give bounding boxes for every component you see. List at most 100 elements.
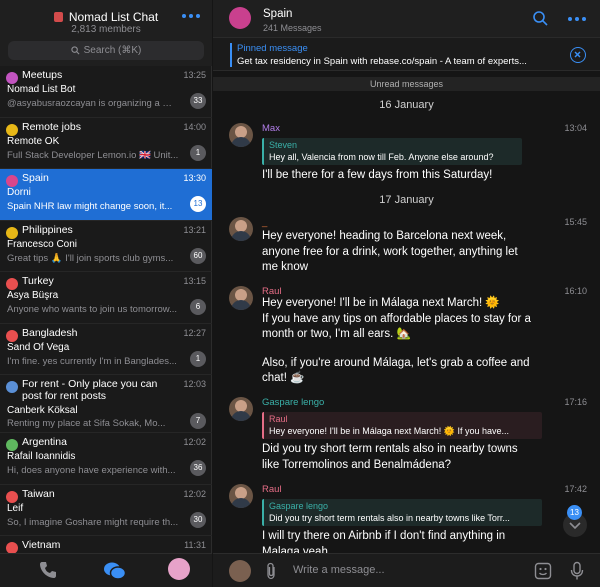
message-line: anyone free for a drink, work together, …	[262, 245, 518, 258]
chat-name: Philippines	[22, 223, 73, 236]
more-options-icon[interactable]	[182, 12, 200, 20]
chat-time: 14:00	[183, 121, 206, 132]
more-options-icon[interactable]	[568, 15, 586, 23]
chat-preview: Great tips 🙏 I'll join sports club gyms.…	[7, 252, 174, 264]
message-time: 15:45	[564, 217, 587, 227]
chat-sender: Francesco Coni	[7, 238, 78, 250]
chat-name: Turkey	[22, 275, 54, 287]
message-line: like Torremolinos and Benalmádena?	[262, 458, 452, 471]
message-line: I'll be there for a few days from this S…	[262, 169, 493, 181]
message-time: 13:04	[564, 123, 587, 133]
phone-icon[interactable]	[38, 560, 58, 580]
unread-badge: 36	[190, 460, 206, 476]
chat-sender: Sand Of Vega	[7, 341, 70, 353]
chat-preview: Full Stack Developer Lemon.io 🇬🇧 Unit...	[7, 149, 179, 161]
pinned-message[interactable]: Pinned message Get tax residency in Spai…	[213, 37, 600, 71]
message-sender[interactable]: Gaspare lengo	[262, 397, 324, 408]
chat-preview: I'm fine. yes currently I'm in Banglades…	[7, 355, 177, 367]
chat-time: 12:27	[183, 327, 206, 338]
chat-avatar-icon	[6, 381, 18, 393]
reply-quote[interactable]: Steven Hey all, Valencia from now till F…	[262, 138, 522, 165]
close-pinned-icon[interactable]	[570, 47, 586, 63]
unread-badge: 13	[190, 196, 206, 212]
avatar[interactable]	[229, 397, 253, 421]
message-text: Hey everyone! I'll be in Málaga next Mar…	[262, 296, 562, 387]
chat-name: Spain	[22, 172, 49, 184]
chat-panel: Spain 241 Messages Pinned message Get ta…	[213, 0, 600, 587]
search-input[interactable]: Search (⌘K)	[8, 41, 204, 60]
chat-sender: Remote OK	[7, 135, 60, 147]
chat-preview: @asyabusraozcayan is organizing a meetup…	[7, 98, 179, 109]
message-time: 16:10	[564, 286, 587, 296]
avatar[interactable]	[229, 123, 253, 147]
unread-badge: 60	[190, 247, 206, 264]
chat-time: 13:21	[183, 224, 206, 235]
avatar[interactable]	[229, 484, 253, 508]
message-line	[262, 343, 562, 356]
chat-item-philippines[interactable]: Philippines 13:21 Francesco Coni Great t…	[0, 221, 212, 272]
message-input[interactable]: Write a message...	[293, 564, 385, 576]
chat-name: Bangladesh	[22, 326, 78, 339]
chat-name: Remote jobs	[22, 120, 81, 133]
group-title-text: Nomad List Chat	[68, 10, 159, 24]
group-title[interactable]: Nomad List Chat	[0, 10, 212, 24]
reply-sender: Raul	[269, 414, 288, 424]
message-sender[interactable]: _	[262, 217, 267, 228]
chat-sender: Rafail Ioannidis	[7, 451, 76, 462]
chat-sender: Leif	[7, 502, 24, 514]
chat-item-for-rent[interactable]: For rent - Only place you can post for r…	[0, 375, 212, 433]
message-count: 241 Messages	[263, 23, 322, 33]
chat-name: Argentina	[22, 436, 67, 448]
message-line: me know	[262, 261, 309, 273]
group-icon	[53, 12, 63, 22]
chat-header: Spain 241 Messages	[213, 0, 600, 37]
microphone-icon[interactable]	[570, 561, 584, 581]
chat-sender: Asya Büşra	[7, 290, 59, 301]
pinned-accent-bar	[230, 43, 232, 67]
chat-avatar-icon	[6, 72, 18, 84]
paperclip-icon[interactable]	[264, 562, 278, 580]
scroll-unread-badge: 13	[567, 505, 582, 520]
pinned-label: Pinned message	[237, 43, 308, 54]
chat-avatar-icon	[6, 490, 18, 503]
chat-avatar[interactable]	[229, 7, 251, 29]
profile-avatar[interactable]	[168, 558, 190, 580]
my-avatar[interactable]	[229, 560, 251, 582]
chat-avatar-icon	[6, 175, 18, 187]
unread-badge: 6	[190, 299, 206, 315]
reply-quote[interactable]: Gaspare lengo Did you try short term ren…	[262, 499, 542, 526]
message-line: month or two, I'm all ears. 🏡	[262, 328, 411, 340]
chat-time: 13:30	[183, 173, 206, 183]
chat-item-spain[interactable]: Spain 13:30 Dorni Spain NHR law might ch…	[0, 169, 212, 221]
chat-item-vietnam[interactable]: Vietnam 11:31	[0, 536, 212, 553]
chat-item-turkey[interactable]: Turkey 13:15 Asya Büşra Anyone who wants…	[0, 272, 212, 324]
chat-avatar-icon	[6, 542, 18, 553]
message-text: I'll be there for a few days from this S…	[262, 168, 562, 184]
date-separator: 16 January	[379, 99, 434, 111]
chat-avatar-icon	[6, 123, 18, 136]
chat-item-remote-jobs[interactable]: Remote jobs 14:00 Remote OK Full Stack D…	[0, 118, 212, 169]
avatar[interactable]	[229, 217, 253, 241]
chat-item-argentina[interactable]: Argentina 12:02 Rafail Ioannidis Hi, doe…	[0, 433, 212, 485]
message-sender[interactable]: Raul	[262, 484, 282, 495]
chat-item-taiwan[interactable]: Taiwan 12:02 Leif So, I imagine Goshare …	[0, 485, 212, 536]
pinned-text: Get tax residency in Spain with rebase.c…	[237, 56, 527, 67]
bottom-tab-bar	[0, 553, 212, 587]
chat-item-bangladesh[interactable]: Bangladesh 12:27 Sand Of Vega I'm fine. …	[0, 324, 212, 375]
chat-sender: Canberk Köksal	[7, 405, 78, 416]
message-line: Also, if you're around Málaga, let's gra…	[262, 356, 530, 369]
avatar[interactable]	[229, 286, 253, 310]
chat-name: Taiwan	[22, 487, 55, 500]
search-icon[interactable]	[533, 11, 548, 26]
unread-divider: Unread messages	[213, 77, 600, 91]
unread-badge: 7	[190, 413, 206, 429]
sticker-icon[interactable]	[534, 562, 552, 580]
chat-avatar-icon	[6, 278, 18, 290]
member-count: 2,813 members	[71, 24, 141, 35]
message-sender[interactable]: Max	[262, 123, 280, 134]
app-window: Nomad List Chat 2,813 members Search (⌘K…	[0, 0, 600, 587]
chat-title[interactable]: Spain	[263, 8, 292, 20]
chat-item-meetups[interactable]: Meetups 13:25 Nomad List Bot @asyabusrao…	[0, 66, 212, 118]
reply-quote[interactable]: Raul Hey everyone! I'll be in Málaga nex…	[262, 412, 542, 439]
chats-icon[interactable]	[103, 560, 127, 582]
